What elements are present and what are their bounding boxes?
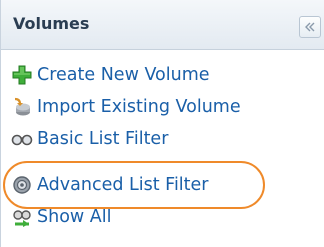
panel-header: Volumes [1, 0, 324, 50]
menu-item-label: Basic List Filter [37, 129, 169, 149]
panel-title: Volumes [13, 14, 90, 33]
green-plus-icon [12, 65, 32, 85]
import-volume-icon [14, 97, 30, 116]
double-chevron-left-icon [305, 22, 315, 32]
glasses-filter-icon [11, 134, 33, 146]
highlight-ring [3, 161, 265, 209]
menu-item-basic-list-filter[interactable]: Basic List Filter [11, 126, 311, 152]
menu-item-label: Create New Volume [37, 65, 210, 85]
menu-item-label: Show All [37, 207, 112, 227]
menu-item-import-existing-volume[interactable]: Import Existing Volume [11, 94, 311, 120]
menu-item-label: Import Existing Volume [37, 97, 241, 117]
volumes-panel: Volumes Create New Volume Import Existin… [0, 0, 324, 247]
collapse-button[interactable] [299, 16, 321, 38]
show-all-icon [13, 210, 31, 227]
menu-item-create-new-volume[interactable]: Create New Volume [11, 62, 311, 88]
